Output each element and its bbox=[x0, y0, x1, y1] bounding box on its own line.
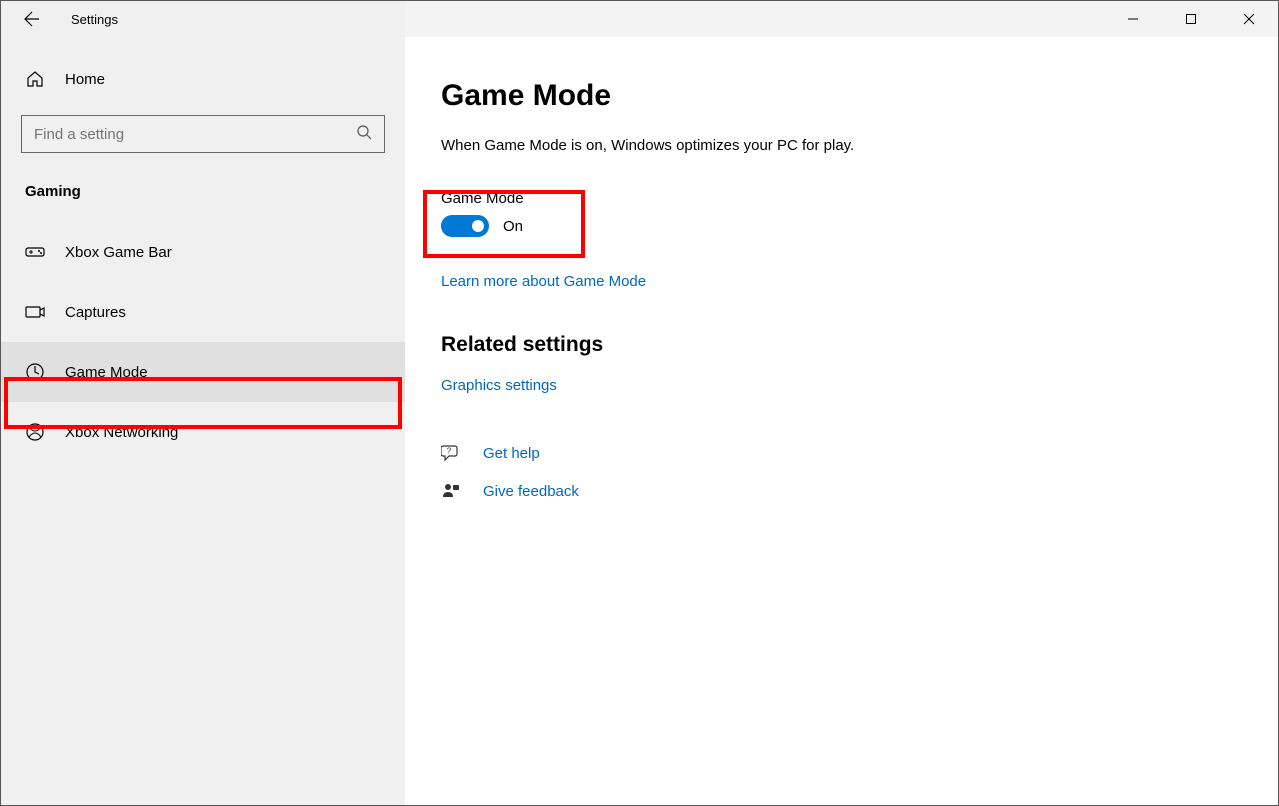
home-icon bbox=[25, 69, 45, 89]
close-button[interactable] bbox=[1220, 1, 1278, 37]
game-mode-toggle-row: On bbox=[441, 215, 1242, 237]
game-mode-toggle[interactable] bbox=[441, 215, 489, 237]
sidebar-home-label: Home bbox=[65, 71, 105, 88]
titlebar-left: Settings bbox=[1, 1, 405, 37]
sidebar-home[interactable]: Home bbox=[1, 57, 405, 101]
toggle-label: Game Mode bbox=[441, 190, 1242, 207]
window-title: Settings bbox=[71, 12, 118, 27]
maximize-button[interactable] bbox=[1162, 1, 1220, 37]
body: Home Gaming Xbox Game Bar bbox=[1, 37, 1278, 805]
svg-text:?: ? bbox=[447, 447, 452, 456]
search-input[interactable] bbox=[34, 126, 348, 143]
game-bar-icon bbox=[25, 242, 45, 262]
sidebar-item-label: Xbox Game Bar bbox=[65, 244, 172, 261]
back-button[interactable] bbox=[21, 8, 43, 30]
related-settings-heading: Related settings bbox=[441, 333, 1242, 357]
xbox-networking-icon bbox=[25, 422, 45, 442]
feedback-icon bbox=[441, 481, 461, 501]
captures-icon bbox=[25, 302, 45, 322]
search-container bbox=[1, 101, 405, 161]
settings-window: Settings Home bbox=[0, 0, 1279, 806]
search-icon bbox=[356, 124, 372, 145]
sidebar-category: Gaming bbox=[1, 161, 405, 222]
sidebar-item-label: Game Mode bbox=[65, 364, 148, 381]
learn-more-link[interactable]: Learn more about Game Mode bbox=[441, 273, 646, 290]
get-help-link[interactable]: Get help bbox=[483, 445, 540, 462]
get-help-row[interactable]: ? Get help bbox=[441, 443, 1242, 463]
sidebar-item-label: Xbox Networking bbox=[65, 424, 178, 441]
titlebar: Settings bbox=[1, 1, 1278, 37]
sidebar-item-label: Captures bbox=[65, 304, 126, 321]
close-icon bbox=[1243, 13, 1255, 25]
minimize-icon bbox=[1127, 13, 1139, 25]
search-box[interactable] bbox=[21, 115, 385, 153]
sidebar-item-xbox-game-bar[interactable]: Xbox Game Bar bbox=[1, 222, 405, 282]
sidebar-item-xbox-networking[interactable]: Xbox Networking bbox=[1, 402, 405, 462]
sidebar: Home Gaming Xbox Game Bar bbox=[1, 37, 405, 805]
maximize-icon bbox=[1185, 13, 1197, 25]
give-feedback-row[interactable]: Give feedback bbox=[441, 481, 1242, 501]
help-icon: ? bbox=[441, 443, 461, 463]
back-arrow-icon bbox=[24, 11, 40, 27]
give-feedback-link[interactable]: Give feedback bbox=[483, 483, 579, 500]
game-mode-icon bbox=[25, 362, 45, 382]
graphics-settings-link[interactable]: Graphics settings bbox=[441, 377, 557, 394]
toggle-state-label: On bbox=[503, 218, 523, 235]
window-controls bbox=[1104, 1, 1278, 37]
toggle-knob bbox=[472, 220, 484, 232]
sidebar-item-game-mode[interactable]: Game Mode bbox=[1, 342, 405, 402]
page-title: Game Mode bbox=[441, 79, 1242, 113]
minimize-button[interactable] bbox=[1104, 1, 1162, 37]
main-content: Game Mode When Game Mode is on, Windows … bbox=[405, 37, 1278, 805]
sidebar-item-captures[interactable]: Captures bbox=[1, 282, 405, 342]
page-description: When Game Mode is on, Windows optimizes … bbox=[441, 137, 1242, 154]
